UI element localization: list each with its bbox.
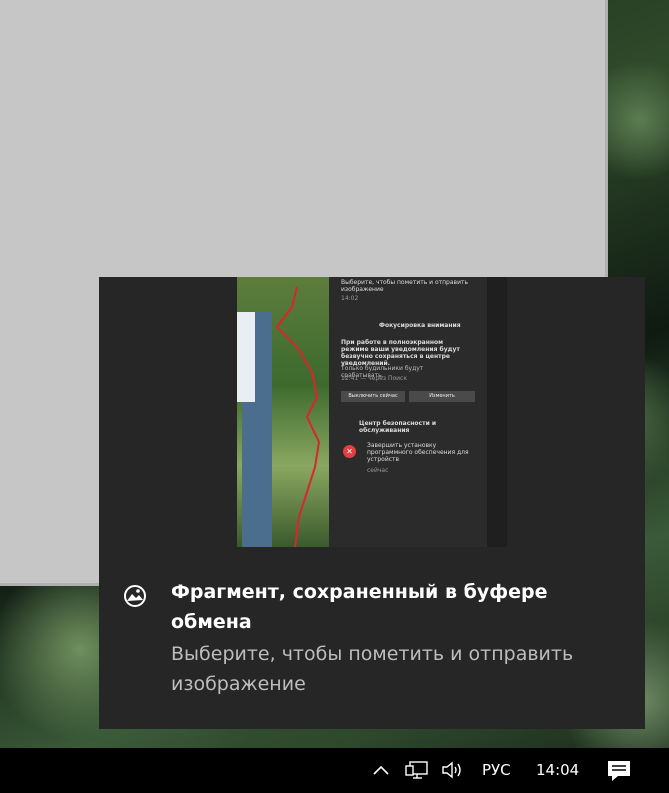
network-icon[interactable]	[405, 760, 429, 780]
preview-change-button: Изменить	[409, 391, 475, 402]
chevron-up-icon[interactable]	[372, 763, 390, 777]
language-indicator[interactable]: РУС	[482, 748, 511, 793]
preview-security-time: сейчас	[367, 467, 389, 474]
preview-focus-header: Фокусировка внимания	[379, 322, 461, 329]
preview-focus-text: При работе в полноэкранном режиме ваши у…	[341, 339, 460, 367]
preview-top-text: Выберите, чтобы пометить и отправить изо…	[341, 279, 469, 293]
snip-icon	[124, 585, 146, 607]
preview-action-center: Выберите, чтобы пометить и отправить изо…	[329, 277, 487, 547]
preview-off-button: Выключить сейчас	[341, 391, 405, 402]
volume-icon[interactable]	[441, 760, 465, 780]
action-center-icon[interactable]	[606, 759, 632, 783]
preview-security-header: Центр безопасности и обслуживания	[359, 420, 437, 434]
preview-red-annotation	[275, 286, 321, 547]
preview-security-text: Завершить установку программного обеспеч…	[367, 442, 469, 463]
preview-top-time: 14:02	[341, 295, 359, 302]
preview-focus-time: 12:41 — через Поиск	[341, 375, 407, 382]
taskbar: РУС 14:04	[0, 748, 669, 793]
preview-error-icon: ✕	[343, 445, 356, 458]
notification-body: Выберите, чтобы пометить и отправить изо…	[171, 643, 574, 695]
notification-title: Фрагмент, сохраненный в буфере обмена	[171, 581, 548, 633]
clock[interactable]: 14:04	[536, 748, 579, 793]
snip-preview-image[interactable]: Выберите, чтобы пометить и отправить изо…	[237, 277, 507, 547]
snip-notification-toast[interactable]: Выберите, чтобы пометить и отправить изо…	[99, 277, 645, 729]
